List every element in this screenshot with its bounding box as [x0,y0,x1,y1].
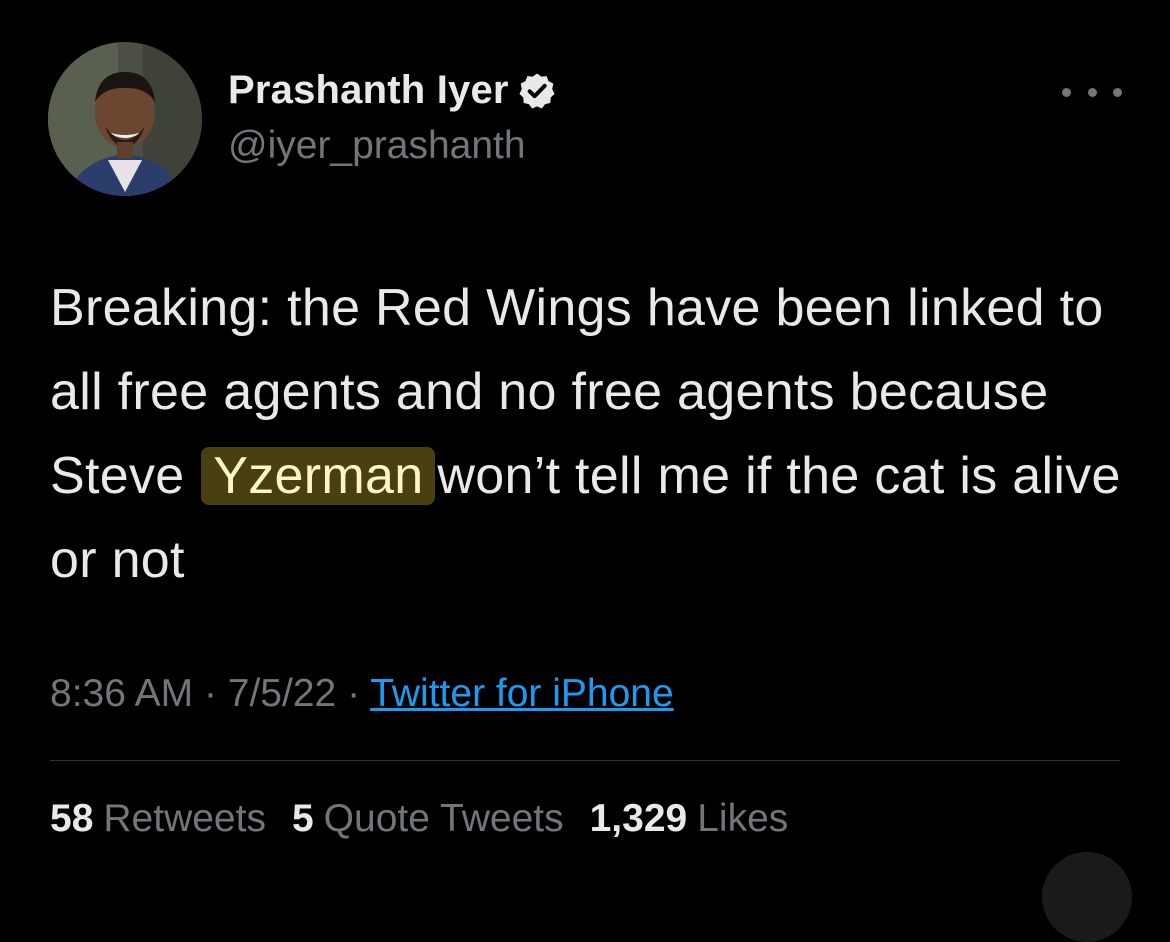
likes-count: 1,329 [589,797,688,840]
highlighted-word[interactable]: Yzerman [201,447,436,505]
avatar[interactable] [48,42,202,196]
author-name-row: Prashanth Iyer [228,68,557,113]
retweets-count: 58 [50,797,94,840]
more-dot [1113,87,1122,97]
likes-stat[interactable]: 1,329 Likes [590,797,789,841]
tweet-time: 8:36 AM [50,672,194,715]
floating-action-button[interactable] [1042,852,1132,942]
likes-label: Likes [697,797,789,840]
retweets-label: Retweets [103,797,266,840]
retweets-stat[interactable]: 58 Retweets [50,797,266,841]
more-dot [1062,87,1071,97]
tweet-text: Breaking: the Red Wings have been linked… [50,266,1130,602]
verified-badge-icon [517,71,557,111]
quote-tweets-label: Quote Tweets [323,797,564,840]
tweet-stats: 58 Retweets 5 Quote Tweets 1,329 Likes [50,797,814,841]
author-handle[interactable]: @iyer_prashanth [228,124,526,168]
tweet-detail: Prashanth Iyer @iyer_prashanth Breaking:… [0,0,1170,942]
meta-separator: · [203,672,217,715]
quote-tweets-stat[interactable]: 5 Quote Tweets [292,797,564,841]
tweet-date: 7/5/22 [227,672,337,715]
divider [50,760,1120,761]
tweet-source-link[interactable]: Twitter for iPhone [370,672,673,715]
tweet-metadata: 8:36 AM · 7/5/22 · Twitter for iPhone [50,672,674,716]
more-options-icon[interactable] [1062,80,1122,104]
profile-photo-icon [48,42,202,196]
meta-separator: · [347,672,361,715]
author-name[interactable]: Prashanth Iyer [228,68,509,113]
more-dot [1087,87,1097,97]
quote-tweets-count: 5 [291,797,314,840]
